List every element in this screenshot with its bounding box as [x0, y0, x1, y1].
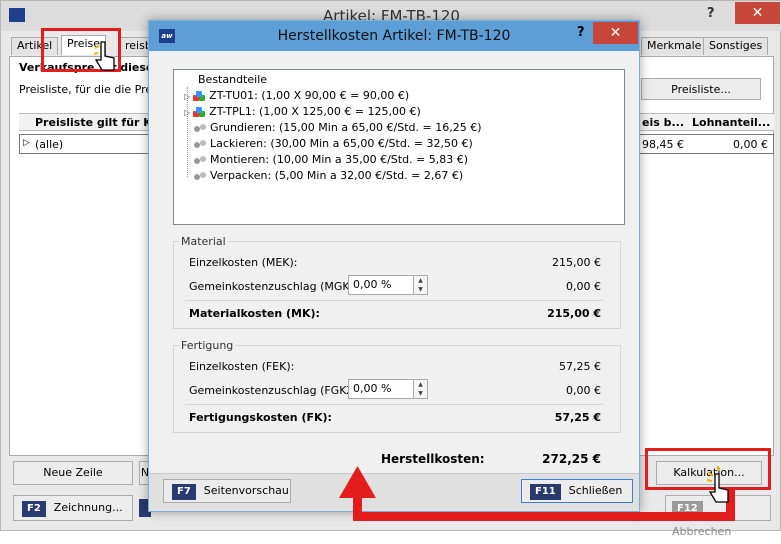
tree-item[interactable]: ▷ ZT-TPL1: (1,00 X 125,00 € = 125,00 €): [184, 104, 421, 120]
row-lohn-value: 0,00 €: [733, 138, 768, 151]
row-expander-icon[interactable]: ▷: [23, 138, 30, 148]
f11-key-badge: F11: [530, 484, 561, 500]
spin-down-icon[interactable]: ▼: [414, 285, 427, 294]
mgkz-spinner[interactable]: ▲ ▼: [414, 275, 428, 295]
neue-zeile-button[interactable]: Neue Zeile: [13, 461, 133, 485]
dialog-close-button[interactable]: ✕: [593, 22, 638, 44]
components-tree[interactable]: Bestandteile ▷ ZT-TU01: (1,00 X 90,00 € =…: [173, 69, 625, 225]
expand-arrow-icon[interactable]: ▷: [184, 108, 190, 117]
fgkz-label: Gemeinkostenzuschlag (FGKZ):: [189, 384, 362, 397]
schliessen-label: Schließen: [568, 484, 623, 497]
mek-value: 215,00 €: [552, 256, 601, 269]
pointer-hand-icon: [93, 41, 115, 71]
tree-item-label: ZT-TU01: (1,00 X 90,00 € = 90,00 €): [209, 89, 410, 102]
gears-icon: [194, 123, 206, 133]
fk-label: Fertigungskosten (FK):: [189, 411, 332, 424]
herstellkosten-dialog: aw Herstellkosten Artikel: FM-TB-120 ? ✕…: [148, 20, 640, 512]
component-icon: [193, 107, 206, 117]
mgkz-label: Gemeinkostenzuschlag (MGKZ):: [189, 280, 366, 293]
seitenvorschau-label: Seitenvorschau: [203, 484, 289, 497]
tree-item-label: Lackieren: (30,00 Min a 65,00 €/Std. = 3…: [210, 137, 473, 150]
abbrechen-label: Abbrechen: [672, 525, 732, 538]
mek-label: Einzelkosten (MEK):: [189, 256, 298, 269]
annotation-arrow-shaft: [353, 496, 362, 521]
annotation-arrow-horizontal: [353, 512, 735, 521]
mgkz-value: 0,00 €: [566, 280, 601, 293]
gears-icon: [194, 155, 206, 165]
tree-item-label: Montieren: (10,00 Min a 35,00 €/Std. = 5…: [210, 153, 469, 166]
tab-sonstiges[interactable]: Sonstiges: [703, 37, 769, 55]
fgkz-value: 0,00 €: [566, 384, 601, 397]
seitenvorschau-button[interactable]: F7 Seitenvorschau: [163, 479, 291, 503]
tree-root-label[interactable]: Bestandteile: [198, 72, 267, 88]
dialog-help-button[interactable]: ?: [577, 25, 585, 40]
f2-key-badge: F2: [22, 501, 46, 517]
tree-item-label: Verpacken: (5,00 Min a 32,00 €/Std. = 2,…: [210, 169, 464, 182]
preisliste-button[interactable]: Preisliste...: [641, 78, 761, 100]
fek-label: Einzelkosten (FEK):: [189, 360, 295, 373]
mk-value: 215,00 €: [547, 307, 601, 320]
fgkz-input[interactable]: 0,00 %: [348, 379, 414, 399]
fertigung-section-label: Fertigung: [179, 339, 236, 352]
tree-item[interactable]: Grundieren: (15,00 Min a 65,00 €/Std. = …: [194, 120, 482, 136]
fk-value: 57,25 €: [554, 411, 601, 424]
row-price-value: 98,45 €: [642, 138, 684, 151]
prices-description: Preisliste, für die die Preise: [19, 83, 168, 96]
tree-item[interactable]: ▷ ZT-TU01: (1,00 X 90,00 € = 90,00 €): [184, 88, 409, 104]
help-button[interactable]: ?: [707, 6, 715, 21]
zeichnung-label: Zeichnung...: [53, 501, 123, 514]
mk-label: Materialkosten (MK):: [189, 307, 320, 320]
row-preisliste-value: (alle): [35, 138, 64, 151]
col-preis[interactable]: eis b...: [642, 116, 684, 129]
gears-icon: [194, 139, 206, 149]
expand-arrow-icon[interactable]: ▷: [184, 92, 190, 101]
spin-up-icon[interactable]: ▲: [414, 380, 427, 389]
herstellkosten-value: 272,25 €: [542, 452, 601, 466]
tree-item[interactable]: Verpacken: (5,00 Min a 32,00 €/Std. = 2,…: [194, 168, 463, 184]
material-section-label: Material: [179, 235, 228, 248]
tree-item-label: Grundieren: (15,00 Min a 65,00 €/Std. = …: [210, 121, 482, 134]
gears-icon: [194, 171, 206, 181]
pointer-hand-icon: [706, 466, 729, 503]
zeichnung-button[interactable]: F2 Zeichnung...: [13, 495, 133, 521]
herstellkosten-label: Herstellkosten:: [381, 452, 485, 466]
fgkz-spinner[interactable]: ▲ ▼: [414, 379, 428, 399]
fertigung-divider: [185, 404, 603, 405]
fek-value: 57,25 €: [559, 360, 601, 373]
tree-item-label: ZT-TPL1: (1,00 X 125,00 € = 125,00 €): [209, 105, 421, 118]
spin-up-icon[interactable]: ▲: [414, 276, 427, 285]
dialog-title: Herstellkosten Artikel: FM-TB-120: [277, 28, 511, 44]
spin-down-icon[interactable]: ▼: [414, 389, 427, 398]
tab-preisbereiche[interactable]: reisbe: [119, 37, 151, 55]
tree-item[interactable]: Montieren: (10,00 Min a 35,00 €/Std. = 5…: [194, 152, 468, 168]
close-button[interactable]: ✕: [735, 2, 780, 24]
f7-key-badge: F7: [172, 484, 196, 500]
annotation-arrow-head-icon: [339, 466, 376, 498]
material-divider: [185, 300, 603, 301]
component-icon: [193, 91, 206, 101]
schliessen-button[interactable]: F11 Schließen: [521, 479, 633, 503]
tree-item[interactable]: Lackieren: (30,00 Min a 65,00 €/Std. = 3…: [194, 136, 473, 152]
tab-merkmale[interactable]: Merkmale: [641, 37, 708, 55]
col-lohnanteil[interactable]: Lohnanteil...: [692, 116, 770, 129]
mgkz-input[interactable]: 0,00 %: [348, 275, 414, 295]
